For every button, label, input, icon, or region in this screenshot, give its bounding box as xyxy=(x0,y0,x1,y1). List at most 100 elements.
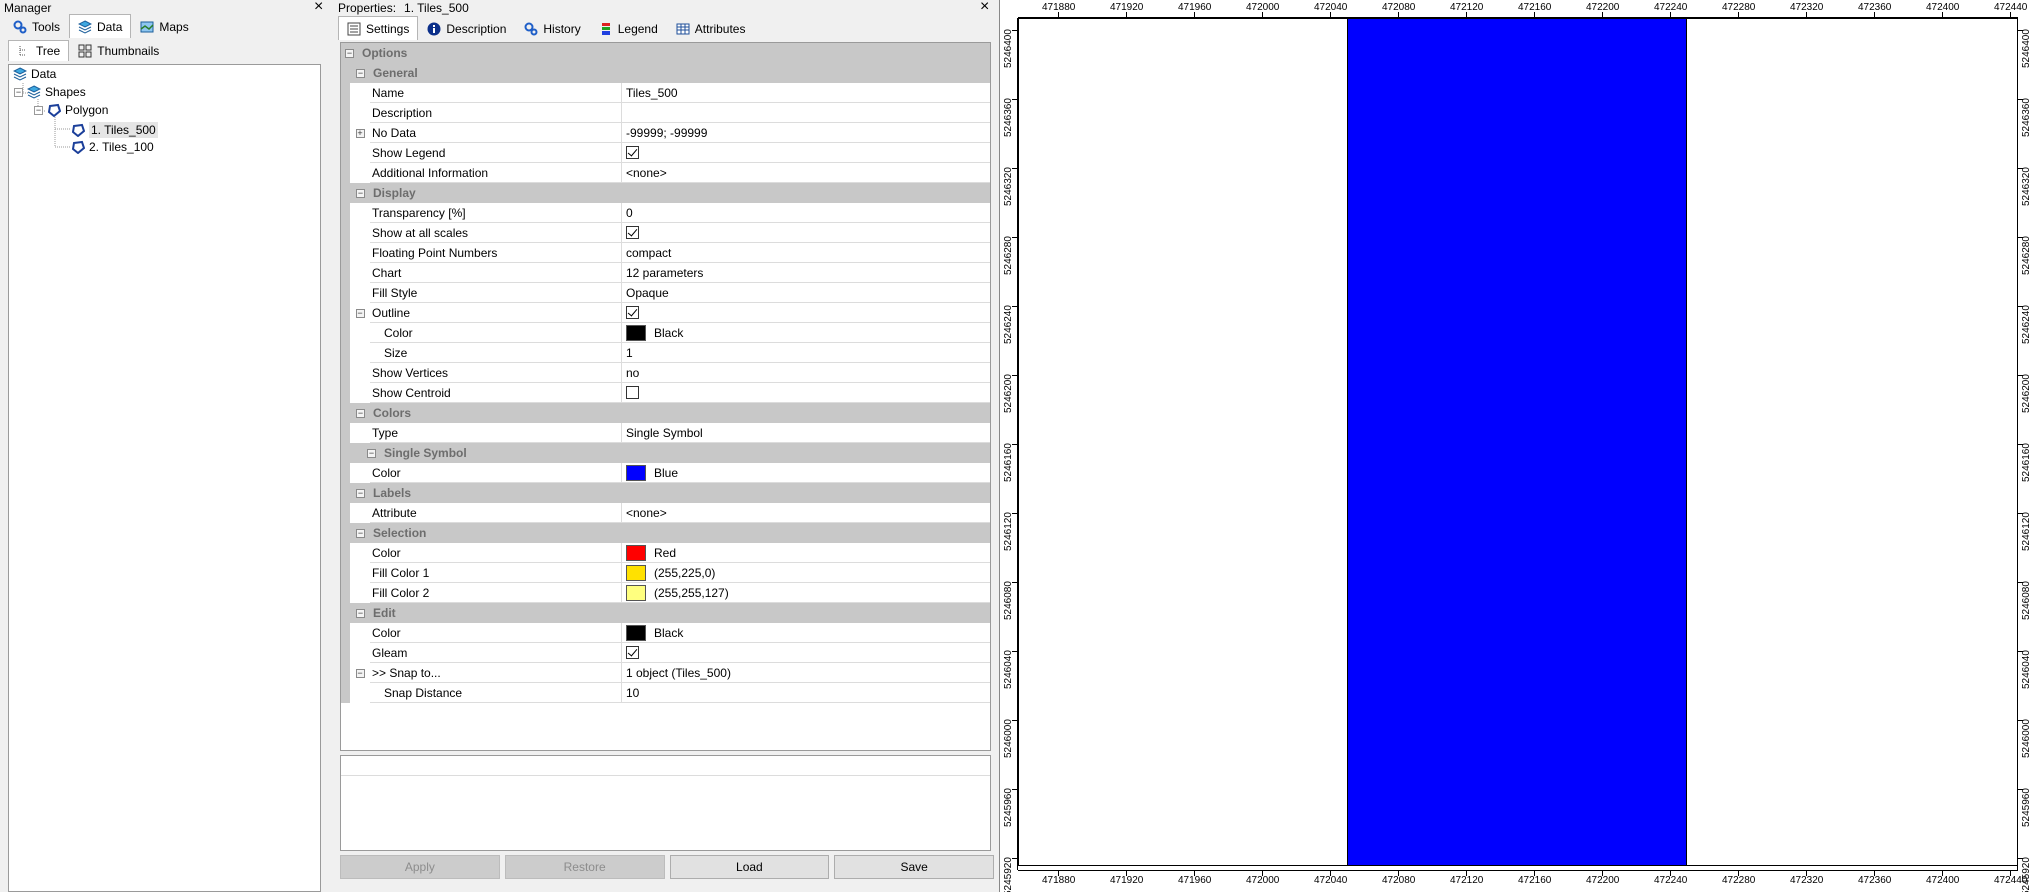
property-row[interactable]: − >> Snap to... 1 object (Tiles_500) xyxy=(341,663,990,683)
property-value[interactable]: <none> xyxy=(622,163,990,183)
tab-tools[interactable]: Tools xyxy=(4,16,69,38)
category-row[interactable]: − General xyxy=(341,63,990,83)
tree-item-tiles-100[interactable]: 2. Tiles_100 xyxy=(71,140,154,155)
property-row[interactable]: Fill Color 2 (255,255,127) xyxy=(341,583,990,603)
checkbox[interactable] xyxy=(626,226,639,239)
checkbox[interactable] xyxy=(626,146,639,159)
apply-button[interactable]: Apply xyxy=(340,855,500,879)
category-header[interactable]: − Options xyxy=(341,43,407,63)
collapse-icon[interactable]: − xyxy=(34,105,43,115)
property-value[interactable] xyxy=(622,143,990,163)
property-row[interactable]: Color Black xyxy=(341,323,990,343)
category-row[interactable]: − Single Symbol xyxy=(341,443,990,463)
property-value[interactable]: <none> xyxy=(622,503,990,523)
property-row[interactable]: Type Single Symbol xyxy=(341,423,990,443)
map-view[interactable]: 471880 471920 471960 472000 472040 472080 4721… xyxy=(999,0,2034,892)
property-value[interactable]: 12 parameters xyxy=(622,263,990,283)
category-row[interactable]: − Display xyxy=(341,183,990,203)
category-header[interactable]: − Selection xyxy=(341,523,426,543)
color-swatch[interactable] xyxy=(626,564,646,581)
color-swatch[interactable] xyxy=(626,464,646,481)
property-row[interactable]: Name Tiles_500 xyxy=(341,83,990,103)
checkbox[interactable] xyxy=(626,386,639,399)
category-header[interactable]: − Labels xyxy=(341,483,411,503)
property-row[interactable]: − Outline xyxy=(341,303,990,323)
property-value[interactable]: Blue xyxy=(622,463,990,483)
category-header[interactable]: − Edit xyxy=(341,603,396,623)
tab-attributes[interactable]: Attributes xyxy=(667,18,755,40)
category-header[interactable]: − Single Symbol xyxy=(341,443,467,463)
category-row[interactable]: − Edit xyxy=(341,603,990,623)
property-row[interactable]: Floating Point Numbers compact xyxy=(341,243,990,263)
save-button[interactable]: Save xyxy=(834,855,994,879)
property-value[interactable]: 10 xyxy=(622,683,990,703)
collapse-icon[interactable]: − xyxy=(356,488,365,498)
property-row[interactable]: Fill Color 1 (255,225,0) xyxy=(341,563,990,583)
tab-tree[interactable]: Tree xyxy=(8,40,70,61)
category-header[interactable]: − Display xyxy=(341,183,416,203)
restore-button[interactable]: Restore xyxy=(504,855,665,879)
property-value[interactable]: -99999; -99999 xyxy=(622,123,990,143)
property-row[interactable]: Size 1 xyxy=(341,343,990,363)
tab-maps[interactable]: Maps xyxy=(131,16,197,38)
category-row[interactable]: − Options xyxy=(341,43,990,63)
property-value[interactable]: 1 xyxy=(622,343,990,363)
load-button[interactable]: Load xyxy=(669,855,830,879)
property-row[interactable]: Color Black xyxy=(341,623,990,643)
property-row[interactable]: Show Legend xyxy=(341,143,990,163)
category-row[interactable]: − Selection xyxy=(341,523,990,543)
collapse-icon[interactable]: − xyxy=(356,528,365,538)
tab-legend[interactable]: Legend xyxy=(590,18,667,40)
property-row[interactable]: Chart 12 parameters xyxy=(341,263,990,283)
tab-data[interactable]: Data xyxy=(69,14,132,38)
property-row[interactable]: Gleam xyxy=(341,643,990,663)
property-value[interactable]: compact xyxy=(622,243,990,263)
property-value[interactable]: Single Symbol xyxy=(622,423,990,443)
property-value[interactable]: Black xyxy=(622,623,990,643)
tree-node-polygon[interactable]: − Polygon xyxy=(34,103,108,118)
property-row[interactable]: Transparency [%] 0 xyxy=(341,203,990,223)
close-icon[interactable]: × xyxy=(980,0,989,15)
property-value[interactable]: Black xyxy=(622,323,990,343)
property-row[interactable]: Show Centroid xyxy=(341,383,990,403)
color-swatch[interactable] xyxy=(626,624,646,641)
collapse-icon[interactable]: − xyxy=(355,308,365,318)
property-value[interactable]: 1 object (Tiles_500) xyxy=(622,663,990,683)
collapse-icon[interactable]: − xyxy=(356,408,365,418)
property-row[interactable]: Color Red xyxy=(341,543,990,563)
tree-node-data[interactable]: Data xyxy=(12,67,56,81)
collapse-icon[interactable]: − xyxy=(345,48,354,58)
tree-item-tiles-500[interactable]: 1. Tiles_500 xyxy=(71,122,158,138)
collapse-icon[interactable]: − xyxy=(355,668,365,678)
property-value[interactable] xyxy=(622,303,990,323)
color-swatch[interactable] xyxy=(626,324,646,341)
property-row[interactable]: Show at all scales xyxy=(341,223,990,243)
property-row[interactable]: Additional Information <none> xyxy=(341,163,990,183)
collapse-icon[interactable]: − xyxy=(356,68,365,78)
property-row[interactable]: + No Data -99999; -99999 xyxy=(341,123,990,143)
property-value[interactable]: Red xyxy=(622,543,990,563)
property-value[interactable]: 0 xyxy=(622,203,990,223)
category-row[interactable]: − Labels xyxy=(341,483,990,503)
property-value[interactable] xyxy=(622,643,990,663)
collapse-icon[interactable]: − xyxy=(356,188,365,198)
property-row[interactable]: Fill Style Opaque xyxy=(341,283,990,303)
property-row[interactable]: Description xyxy=(341,103,990,123)
tab-settings[interactable]: Settings xyxy=(338,16,419,40)
collapse-icon[interactable]: − xyxy=(356,608,365,618)
property-value[interactable]: Opaque xyxy=(622,283,990,303)
polygon-tile[interactable] xyxy=(1347,19,1687,865)
property-row[interactable]: Show Vertices no xyxy=(341,363,990,383)
color-swatch[interactable] xyxy=(626,584,646,601)
property-value[interactable]: (255,225,0) xyxy=(622,563,990,583)
checkbox[interactable] xyxy=(626,646,639,659)
property-value[interactable] xyxy=(622,223,990,243)
property-value[interactable]: Tiles_500 xyxy=(622,83,990,103)
collapse-icon[interactable]: − xyxy=(367,448,376,458)
collapse-icon[interactable]: − xyxy=(14,87,23,97)
property-row[interactable]: Snap Distance 10 xyxy=(341,683,990,703)
property-row[interactable]: Attribute <none> xyxy=(341,503,990,523)
category-row[interactable]: − Colors xyxy=(341,403,990,423)
category-header[interactable]: − General xyxy=(341,63,418,83)
tab-description[interactable]: Description xyxy=(418,18,515,40)
